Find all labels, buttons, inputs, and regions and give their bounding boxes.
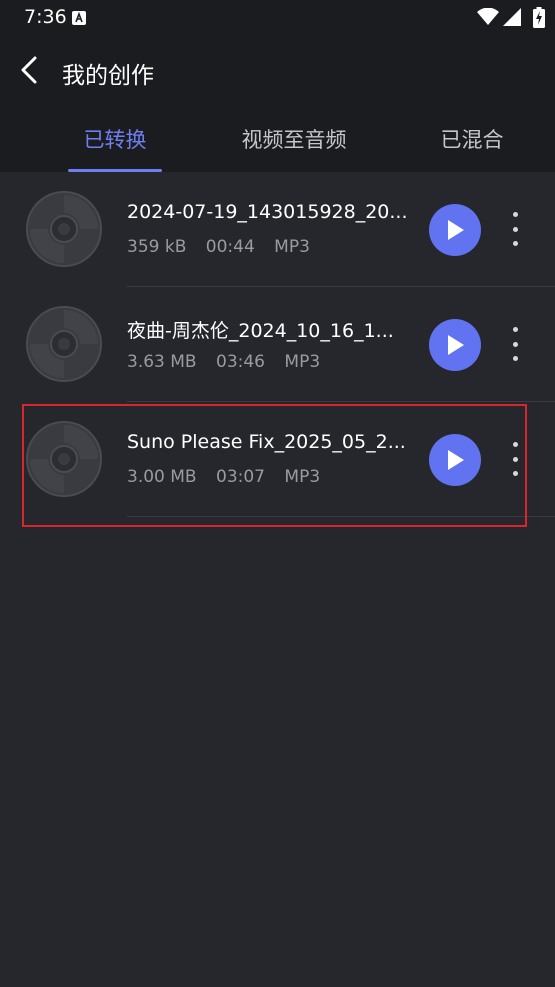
file-format: MP3 [284, 352, 321, 372]
file-meta: 359 kB 00:44 MP3 [127, 237, 324, 257]
disc-icon [26, 421, 102, 497]
file-format: MP3 [284, 467, 321, 487]
play-icon [448, 450, 464, 470]
chevron-left-icon[interactable] [14, 54, 46, 86]
battery-charging-icon [533, 7, 545, 28]
file-duration: 00:44 [205, 237, 255, 257]
more-options-icon[interactable] [503, 212, 527, 246]
file-meta: 3.00 MB 03:07 MP3 [127, 467, 334, 487]
play-button[interactable] [429, 319, 481, 371]
file-meta: 3.63 MB 03:46 MP3 [127, 352, 334, 372]
divider [127, 516, 555, 517]
a-icon [72, 11, 86, 25]
cell-signal-icon [503, 8, 521, 26]
file-size: 3.00 MB [127, 467, 197, 487]
play-icon [448, 220, 464, 240]
app-bar: 我的创作 已转换 视频至音频 已混合 [0, 36, 555, 172]
tab-video-to-audio[interactable]: 视频至音频 [224, 124, 364, 172]
disc-icon [26, 306, 102, 382]
tab-mixed[interactable]: 已混合 [420, 124, 524, 172]
play-button[interactable] [429, 434, 481, 486]
tab-converted[interactable]: 已转换 [60, 124, 170, 172]
disc-icon [26, 191, 102, 267]
play-icon [448, 335, 464, 355]
page-title: 我的创作 [62, 63, 154, 89]
file-duration: 03:46 [216, 352, 265, 372]
file-name: Suno Please Fix_2025_05_2... [127, 431, 406, 453]
play-button[interactable] [429, 204, 481, 256]
status-time: 7:36 [24, 6, 67, 28]
list-item[interactable]: 2024-07-19_143015928_20... 359 kB 00:44 … [0, 172, 555, 287]
wifi-icon [477, 8, 499, 25]
file-name: 夜曲-周杰伦_2024_10_16_1... [127, 320, 394, 342]
file-size: 3.63 MB [127, 352, 197, 372]
list-item[interactable]: Suno Please Fix_2025_05_2... 3.00 MB 03:… [0, 402, 555, 517]
status-bar: 7:36 [0, 0, 555, 36]
file-format: MP3 [274, 237, 310, 257]
more-options-icon[interactable] [503, 442, 527, 476]
file-size: 359 kB [127, 237, 187, 257]
file-name: 2024-07-19_143015928_20... [127, 201, 408, 223]
list-item[interactable]: 夜曲-周杰伦_2024_10_16_1... 3.63 MB 03:46 MP3 [0, 287, 555, 402]
more-options-icon[interactable] [503, 327, 527, 361]
file-duration: 03:07 [216, 467, 265, 487]
tab-bar: 已转换 视频至音频 已混合 [0, 116, 555, 172]
